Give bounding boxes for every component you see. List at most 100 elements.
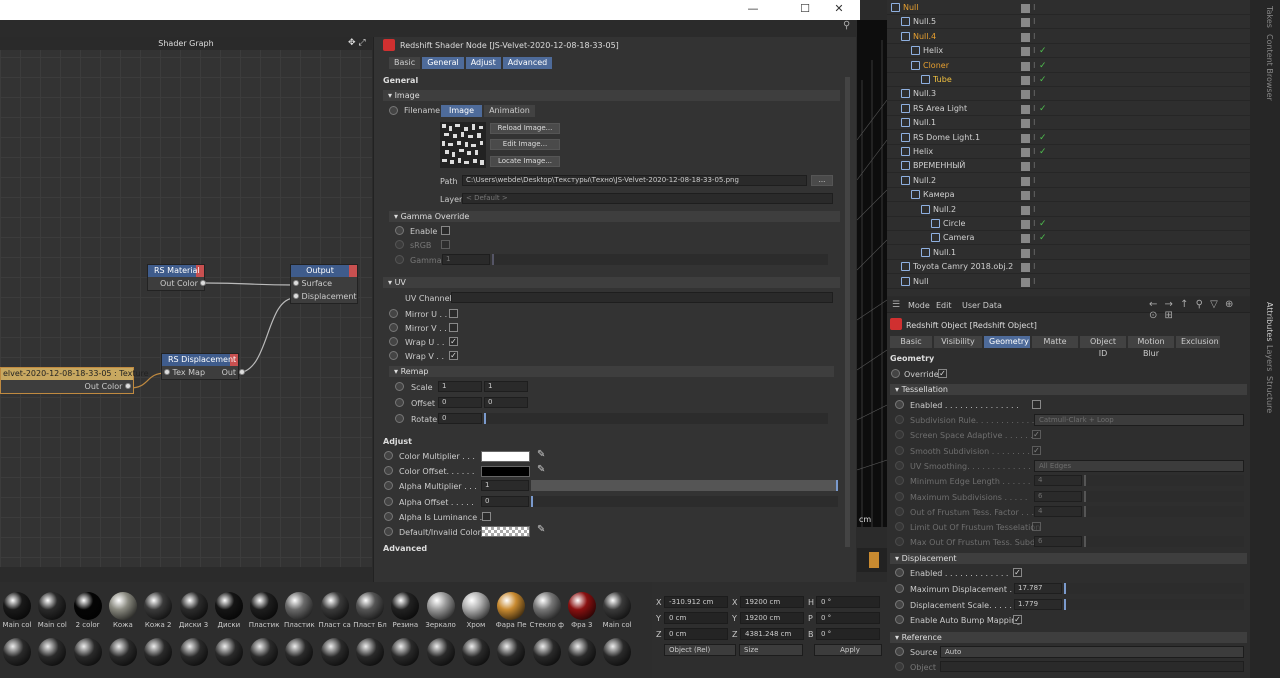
material-swatch[interactable]: Кожа [106,592,140,629]
tess-row-field[interactable]: 6 [1034,536,1082,548]
object-row[interactable]: Toyota Camry 2018.obj.2 ⁝ [887,260,1250,275]
output-displacement-port[interactable]: Displacement [291,290,357,303]
tess-row-slider[interactable] [1084,536,1244,548]
menu-edit[interactable]: Edit [936,301,952,310]
layer-toggle-icon[interactable] [1021,277,1030,287]
viewport-3d[interactable]: cm [857,20,887,527]
material-swatch[interactable] [353,638,387,674]
tess-row-field[interactable]: 6 [1034,490,1082,502]
visibility-dots-icon[interactable]: ⁝ [1033,275,1036,289]
gamma-field[interactable]: 1 [442,254,490,265]
srgb-checkbox[interactable] [441,240,450,249]
visibility-dots-icon[interactable]: ⁝ [1033,145,1036,159]
eyedropper-icon[interactable]: ✎ [537,449,545,460]
object-name[interactable]: ВРЕМЕННЫЙ [913,161,965,170]
tess-row-slider[interactable] [1084,475,1244,487]
object-row[interactable]: Helix ⁝ ✓ [887,44,1250,59]
uv-channel-field[interactable] [451,292,833,303]
alpha-multiplier-slider[interactable] [531,480,838,491]
offset-u-field[interactable]: 0 [438,397,482,408]
material-swatch[interactable]: Хром [459,592,493,629]
side-tab-attributes[interactable]: Attributes [1265,302,1274,342]
object-row[interactable]: Null ⁝ [887,1,1250,15]
material-swatch[interactable] [177,638,211,674]
material-swatch[interactable] [141,638,175,674]
object-name[interactable]: RS Dome Light.1 [913,133,980,142]
tess-enabled-radio[interactable] [895,400,904,409]
timeline-controls[interactable] [857,548,887,572]
object-row[interactable]: Null.2 ⁝ [887,174,1250,188]
rotate-field[interactable]: 0 [438,413,482,424]
material-swatch[interactable]: Диски [212,592,246,629]
texture-node[interactable]: elvet-2020-12-08-18-33-05 : Texture Out … [0,367,149,394]
tess-row-radio[interactable] [895,430,904,440]
scale-v-field[interactable]: 1 [484,381,528,392]
material-swatch[interactable] [600,638,634,674]
object-row[interactable]: RS Dome Light.1 ⁝ ✓ [887,131,1250,145]
enabled-check-icon[interactable]: ✓ [1039,102,1047,116]
material-swatch[interactable] [0,638,34,674]
visibility-dots-icon[interactable]: ⁝ [1033,217,1036,231]
object-row[interactable]: Null.3 ⁝ [887,87,1250,102]
material-swatch[interactable] [212,638,246,674]
material-swatch[interactable]: Пласт са [318,592,352,629]
default-color-swatch[interactable] [481,526,530,537]
material-swatch[interactable]: Main col [35,592,69,629]
layer-toggle-icon[interactable] [1021,220,1030,229]
visibility-dots-icon[interactable]: ⁝ [1033,203,1036,217]
tess-row-field[interactable]: 4 [1034,505,1082,517]
tab-object-id[interactable]: Object ID [1080,336,1126,358]
max-disp-field[interactable]: 17.787 [1014,583,1062,594]
object-row[interactable]: Камера ⁝ [887,188,1250,203]
enable-radio[interactable] [395,226,404,235]
layer-toggle-icon[interactable] [1021,133,1030,143]
object-row[interactable]: Null.5 ⁝ [887,15,1250,30]
object-radio[interactable] [895,662,904,671]
tab-visibility[interactable]: Visibility [934,336,982,348]
side-tab-takes[interactable]: Takes [1265,6,1274,28]
object-name[interactable]: Null.3 [913,89,936,98]
enabled-check-icon[interactable]: ✓ [1039,231,1047,245]
tess-row-checkbox[interactable] [1032,522,1041,532]
tess-row-slider[interactable] [1084,505,1244,517]
layer-toggle-icon[interactable] [1021,76,1030,85]
tab-motion-blur[interactable]: Motion Blur [1128,336,1174,358]
menu-icon[interactable]: ☰ [892,300,900,310]
object-name[interactable]: Null.5 [913,17,936,26]
tab-basic[interactable]: Basic [890,336,932,348]
rs-displacement-node[interactable]: RS Displacement Tex Map Out [161,353,245,380]
object-row[interactable]: Circle ⁝ ✓ [887,217,1250,231]
coord-rot-field[interactable]: 0 ° [816,612,880,624]
layer-toggle-icon[interactable] [1021,248,1030,258]
layer-toggle-icon[interactable] [1021,234,1030,244]
disp-scale-slider[interactable] [1064,599,1244,610]
tess-row-radio[interactable] [895,415,904,424]
material-swatch[interactable]: Резина [388,592,422,629]
enable-checkbox[interactable] [441,226,450,235]
browse-path-button[interactable]: ... [811,175,833,186]
material-swatch[interactable] [530,638,564,674]
source-dropdown[interactable]: Auto [940,646,1244,658]
visibility-dots-icon[interactable]: ⁝ [1033,44,1036,58]
tess-enabled-checkbox[interactable] [1032,400,1041,409]
offset-v-field[interactable]: 0 [484,397,528,408]
rs-displacement-ports[interactable]: Tex Map Out [162,366,245,379]
tess-row-radio[interactable] [895,537,904,547]
object-row[interactable]: Helix ⁝ ✓ [887,145,1250,159]
gamma-slider[interactable] [492,254,828,265]
alpha-is-luminance-checkbox[interactable] [482,512,491,521]
object-name[interactable]: Камера [923,190,955,199]
layer-toggle-icon[interactable] [1021,4,1030,13]
color-offset-swatch[interactable] [481,466,530,477]
edit-image-button[interactable]: Edit Image... [490,139,560,150]
tab-basic[interactable]: Basic [389,57,421,69]
tess-row-slider[interactable] [1084,490,1244,502]
apply-button[interactable]: Apply [814,644,882,656]
coord-pos-field[interactable]: 0 cm [664,628,728,640]
tess-row-dropdown[interactable]: All Edges [1034,459,1244,472]
layer-dropdown[interactable]: < Default > [462,193,833,204]
visibility-dots-icon[interactable]: ⁝ [1033,30,1036,44]
menu-mode[interactable]: Mode [908,301,930,310]
layer-toggle-icon[interactable] [1021,263,1030,273]
object-row[interactable]: Null ⁝ [887,275,1250,289]
